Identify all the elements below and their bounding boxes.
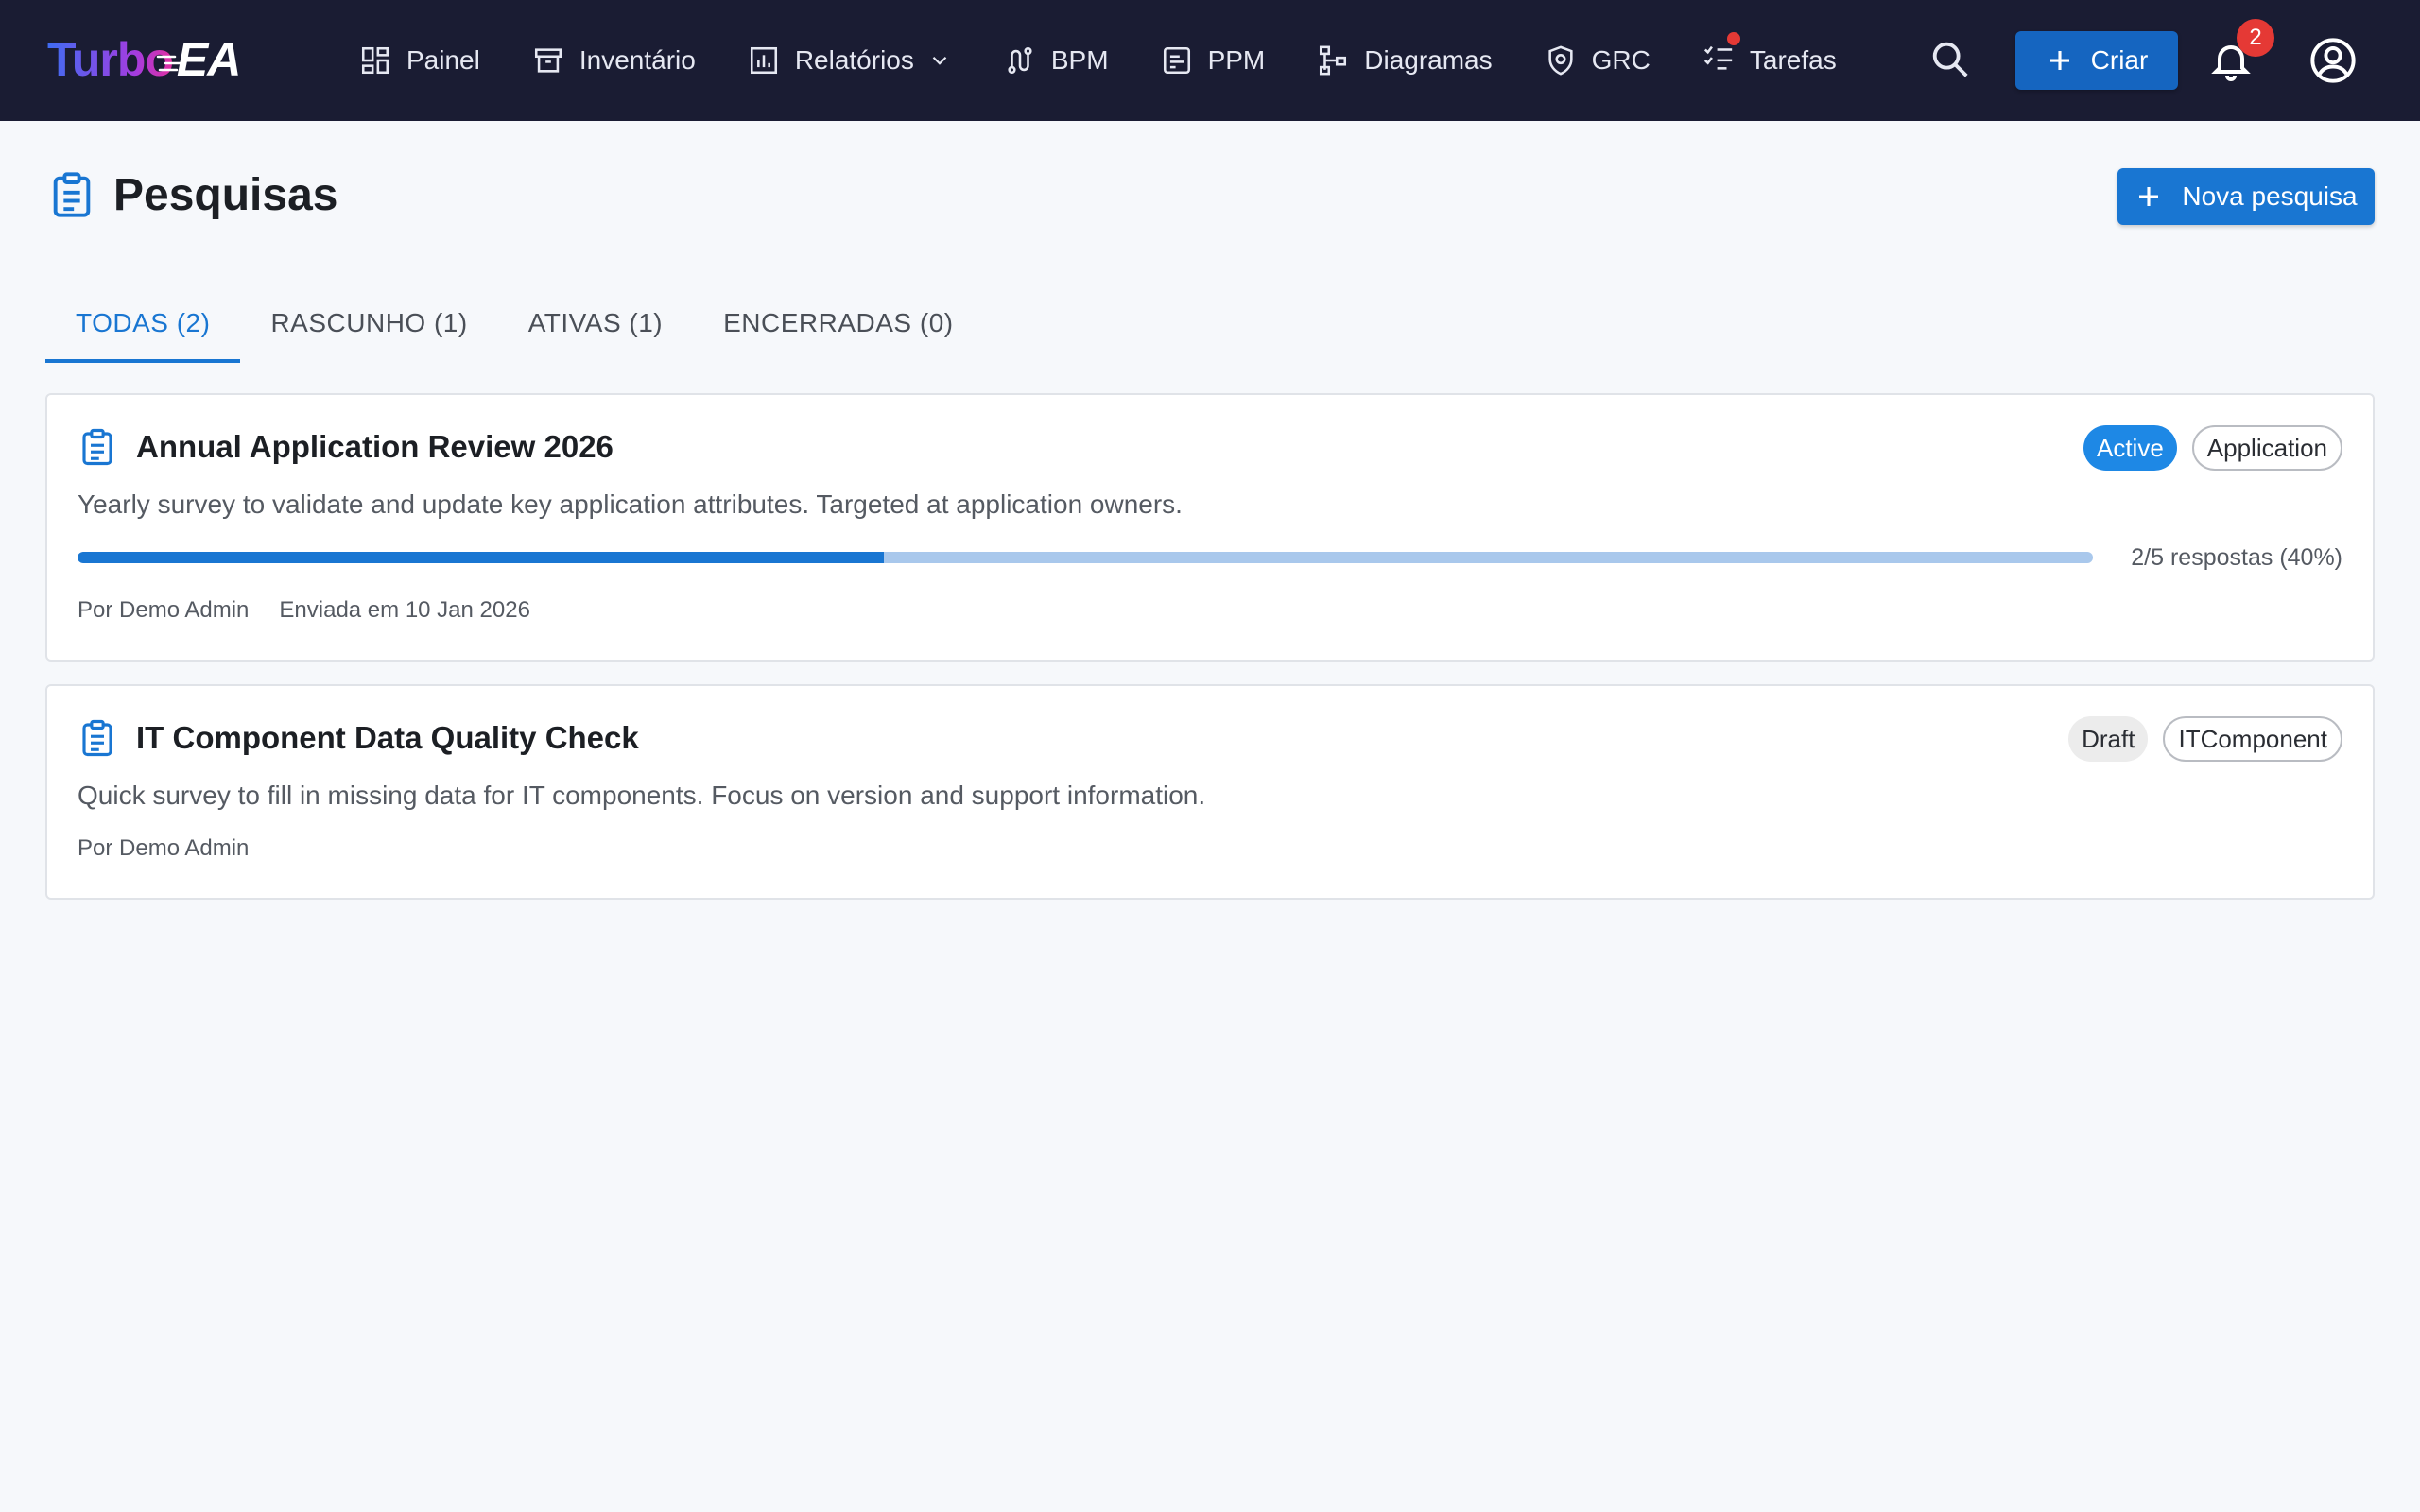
survey-description: Yearly survey to validate and update key… <box>78 490 1183 519</box>
survey-author: Por Demo Admin <box>78 835 250 861</box>
notification-dot <box>1726 31 1740 45</box>
plus-icon <box>2139 187 2159 206</box>
response-progress-text: 2/5 respostas (40%) <box>2131 544 2342 571</box>
project-icon <box>1163 46 1190 75</box>
survey-chips: Active Application <box>2068 425 2342 471</box>
tab-encerradas[interactable]: ENCERRADAS (0) <box>693 284 983 363</box>
nav-label: PPM <box>1207 45 1266 75</box>
clipboard-icon <box>82 428 112 466</box>
survey-meta: Por Demo Admin Enviada em 10 Jan 2026 <box>78 597 561 624</box>
survey-card[interactable]: Annual Application Review 2026 Active Ap… <box>45 393 2375 662</box>
nav-item-tarefas[interactable]: Tarefas <box>1703 0 1837 121</box>
chevron-down-icon <box>932 56 947 65</box>
search-icon[interactable] <box>1928 38 1972 81</box>
top-navigation-bar: Turbo EA Painel Inventário Relatórios BP… <box>0 0 2420 121</box>
nav-item-bpm[interactable]: BPM <box>1004 0 1109 121</box>
speed-lines-icon <box>156 55 186 72</box>
response-progress-fill <box>78 552 884 563</box>
nav-label: BPM <box>1050 45 1109 75</box>
tab-ativas[interactable]: ATIVAS (1) <box>498 284 693 363</box>
survey-chips: Draft ITComponent <box>2053 716 2342 762</box>
response-progress-bar <box>78 552 2093 563</box>
nav-item-inventario[interactable]: Inventário <box>532 0 696 121</box>
nav-label: Tarefas <box>1749 45 1837 75</box>
survey-meta: Por Demo Admin <box>78 835 279 862</box>
main-nav: Painel Inventário Relatórios BPM PPM Dia… <box>359 0 1889 121</box>
new-survey-button[interactable]: Nova pesquisa <box>2118 168 2375 225</box>
nav-item-diagramas[interactable]: Diagramas <box>1317 0 1493 121</box>
survey-sent-date: Enviada em 10 Jan 2026 <box>279 597 530 623</box>
nav-label: Painel <box>406 45 480 75</box>
nav-label: Diagramas <box>1364 45 1493 75</box>
account-icon[interactable] <box>2308 36 2358 85</box>
turbo-ea-logo[interactable]: Turbo EA <box>47 28 241 91</box>
bar-chart-icon <box>750 46 777 75</box>
route-icon <box>1008 46 1032 75</box>
diagram-icon <box>1320 45 1347 76</box>
dashboard-icon <box>361 46 389 75</box>
nav-item-grc[interactable]: GRC <box>1545 0 1651 121</box>
nav-label: Inventário <box>579 45 696 75</box>
nav-item-painel[interactable]: Painel <box>359 0 480 121</box>
status-badge: Active <box>2083 425 2177 471</box>
checklist-icon <box>1703 45 1733 70</box>
tab-todas[interactable]: TODAS (2) <box>45 284 241 363</box>
nav-item-relatorios[interactable]: Relatórios <box>748 0 952 121</box>
survey-title: Annual Application Review 2026 <box>136 429 614 464</box>
plus-icon <box>2049 51 2069 70</box>
archive-icon <box>534 48 562 73</box>
nav-label: GRC <box>1591 45 1651 75</box>
clipboard-icon <box>53 172 91 217</box>
page-title: Pesquisas <box>113 170 338 220</box>
survey-card[interactable]: IT Component Data Quality Check Draft IT… <box>45 684 2375 900</box>
nav-label: Relatórios <box>794 45 914 75</box>
status-badge: Draft <box>2068 716 2149 762</box>
survey-title: IT Component Data Quality Check <box>136 720 639 755</box>
survey-status-tabs: TODAS (2) RASCUNHO (1) ATIVAS (1) ENCERR… <box>45 284 984 363</box>
create-button[interactable]: Criar <box>2015 31 2178 90</box>
tab-rascunho[interactable]: RASCUNHO (1) <box>240 284 497 363</box>
type-badge: Application <box>2191 425 2342 471</box>
nav-item-ppm[interactable]: PPM <box>1161 0 1266 121</box>
shield-icon <box>1548 45 1573 76</box>
notification-count-badge: 2 <box>2237 19 2274 57</box>
clipboard-icon <box>82 719 112 757</box>
survey-author: Por Demo Admin <box>78 597 250 623</box>
type-badge: ITComponent <box>2163 716 2342 762</box>
survey-description: Quick survey to fill in missing data for… <box>78 781 1206 810</box>
